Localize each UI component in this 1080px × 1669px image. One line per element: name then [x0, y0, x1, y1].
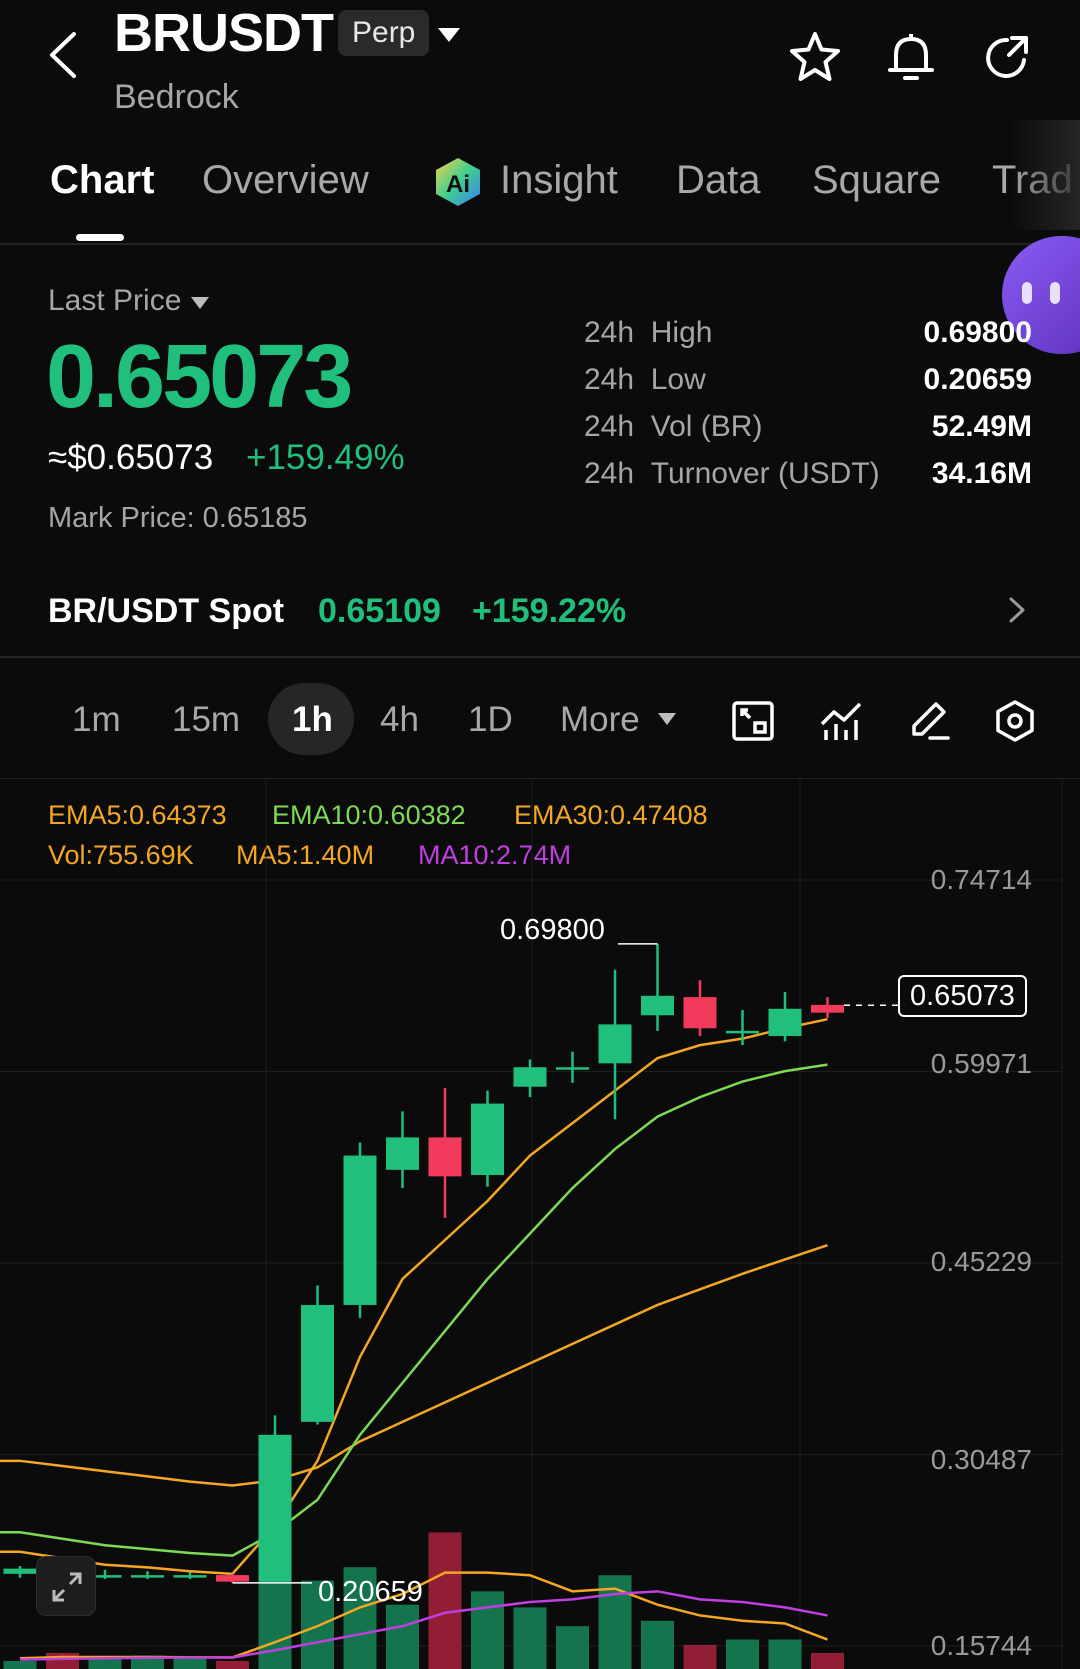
- divider: [0, 656, 1080, 658]
- stat-vol-label: 24h Vol (BR): [584, 410, 763, 443]
- expand-button[interactable]: [36, 1556, 96, 1616]
- divider: [0, 778, 1080, 779]
- chart-type-icon[interactable]: [730, 698, 776, 749]
- volume-bar: [768, 1639, 802, 1669]
- ai-icon: Ai: [432, 156, 484, 213]
- candle-body: [428, 1137, 462, 1177]
- stat-high-value: 0.69800: [923, 316, 1032, 349]
- candle-body: [556, 1067, 589, 1070]
- volume-bar: [683, 1644, 717, 1669]
- active-tab-indicator: [76, 234, 124, 241]
- bubble-eye-right: [1050, 282, 1060, 304]
- y-tick-label: 0.30487: [930, 1444, 1032, 1475]
- tab-insight[interactable]: Insight: [500, 158, 618, 203]
- candle-body: [343, 1155, 377, 1305]
- back-icon[interactable]: [44, 30, 84, 80]
- stat-low-label: 24h Low: [584, 363, 706, 396]
- current-price-tag: 0.65073: [898, 975, 1027, 1017]
- tab-data[interactable]: Data: [676, 158, 761, 203]
- usd-price: ≈$0.65073: [48, 438, 214, 477]
- candle-body: [683, 997, 717, 1029]
- candle-body: [471, 1103, 504, 1176]
- share-icon[interactable]: [980, 30, 1034, 89]
- volume-bar: [428, 1532, 462, 1669]
- spot-price: 0.65109: [318, 592, 441, 630]
- price-change-pct: +159.49%: [246, 438, 405, 477]
- interval-1h[interactable]: 1h: [292, 700, 333, 740]
- chevron-down-icon[interactable]: [436, 26, 462, 49]
- expand-icon: [52, 1572, 82, 1602]
- y-tick-label: 0.45229: [930, 1246, 1032, 1277]
- candle-body: [131, 1575, 164, 1578]
- mark-price: Mark Price: 0.65185: [48, 502, 308, 534]
- volume-bar: [641, 1620, 674, 1669]
- volume-bar: [386, 1604, 419, 1669]
- project-name: Bedrock: [114, 78, 239, 116]
- candle-body: [173, 1575, 207, 1578]
- ema5-line: [0, 1017, 828, 1576]
- candle-body: [811, 1004, 844, 1013]
- volume-bar: [471, 1591, 504, 1669]
- interval-1d[interactable]: 1D: [468, 700, 513, 740]
- interval-more[interactable]: More: [560, 700, 640, 740]
- volume-bar: [513, 1607, 547, 1669]
- stat-high-label: 24h High: [584, 316, 713, 349]
- bubble-eye-left: [1022, 282, 1032, 304]
- star-icon[interactable]: [788, 30, 842, 89]
- interval-15m[interactable]: 15m: [172, 700, 240, 740]
- stat-turnover-label: 24h Turnover (USDT): [584, 457, 880, 490]
- candle-body: [258, 1434, 292, 1582]
- spot-label[interactable]: BR/USDT Spot: [48, 592, 284, 631]
- high-annotation: 0.69800: [500, 914, 605, 946]
- y-tick-label: 0.59971: [930, 1048, 1032, 1079]
- stat-vol-value: 52.49M: [931, 410, 1032, 443]
- candle-body: [386, 1137, 419, 1170]
- caret-down-icon[interactable]: [190, 296, 210, 315]
- volume-bar: [3, 1660, 37, 1669]
- volume-bar: [173, 1658, 207, 1669]
- candle-body: [3, 1568, 37, 1574]
- volume-bar: [216, 1660, 249, 1669]
- divider: [0, 243, 1080, 245]
- chevron-right-icon[interactable]: [1008, 596, 1026, 629]
- candle-body: [598, 1024, 632, 1064]
- indicators-icon[interactable]: [818, 698, 864, 749]
- y-tick-label: 0.15744: [930, 1630, 1032, 1661]
- stat-low-value: 0.20659: [923, 363, 1032, 396]
- candle-body: [768, 1008, 802, 1037]
- volume-bar: [258, 1575, 292, 1669]
- spot-change: +159.22%: [472, 592, 627, 630]
- last-price: 0.65073: [46, 327, 353, 427]
- bell-icon[interactable]: [884, 30, 938, 89]
- low-annotation: 0.20659: [318, 1576, 423, 1608]
- contract-badge[interactable]: Perp: [338, 10, 430, 56]
- symbol-title[interactable]: BRUSDT: [114, 2, 334, 64]
- volume-bar: [46, 1652, 79, 1669]
- y-tick-label: 0.74714: [930, 864, 1032, 895]
- volume-bar: [88, 1658, 122, 1669]
- candle-body: [513, 1067, 547, 1087]
- candle-body: [216, 1575, 249, 1582]
- tab-fade: [1010, 120, 1080, 230]
- interval-1m[interactable]: 1m: [72, 700, 121, 740]
- caret-down-icon[interactable]: [657, 712, 677, 731]
- candle-body: [726, 1030, 759, 1034]
- volume-bar: [556, 1626, 589, 1669]
- ema30-line: [0, 1244, 828, 1487]
- volume-bar: [811, 1652, 844, 1669]
- settings-icon[interactable]: [992, 698, 1038, 749]
- last-price-label[interactable]: Last Price: [48, 284, 181, 318]
- candle-body: [641, 995, 674, 1016]
- draw-pencil-icon[interactable]: [906, 698, 952, 749]
- interval-4h[interactable]: 4h: [380, 700, 419, 740]
- tab-chart[interactable]: Chart: [50, 158, 154, 203]
- screen: BRUSDT Perp Bedrock Chart Overview Ai In…: [0, 0, 1080, 1669]
- candle-body: [301, 1304, 334, 1422]
- tab-square[interactable]: Square: [812, 158, 941, 203]
- svg-text:Ai: Ai: [446, 171, 470, 198]
- stat-turnover-value: 34.16M: [931, 457, 1032, 490]
- volume-bar: [726, 1639, 759, 1669]
- tab-overview[interactable]: Overview: [202, 158, 369, 203]
